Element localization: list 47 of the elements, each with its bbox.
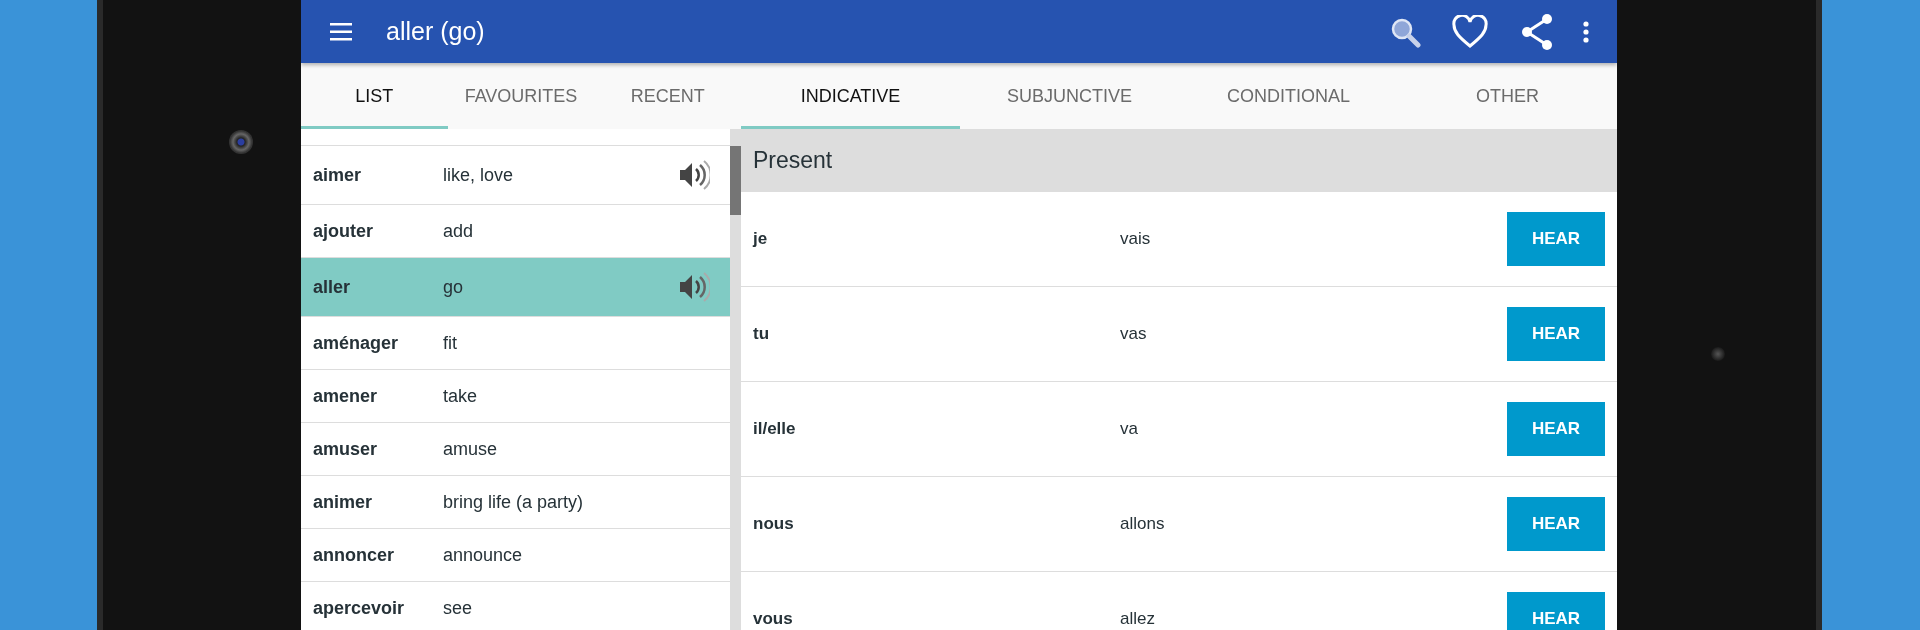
tab[interactable]: OTHER [1398, 63, 1617, 129]
verb-form: allons [1120, 514, 1166, 534]
verb: amuser [313, 438, 379, 460]
verb-meaning: go [443, 276, 465, 298]
menu-icon[interactable] [330, 22, 352, 41]
verb-meaning: announce [443, 544, 524, 566]
pronoun: vous [753, 609, 794, 629]
pronoun: il/elle [753, 419, 797, 439]
verb: aimer [313, 164, 363, 186]
verb: annoncer [313, 544, 396, 566]
verb-form: va [1120, 419, 1139, 439]
pronoun: tu [753, 324, 771, 344]
verb-row[interactable]: aller go [301, 258, 730, 317]
sensor-dot [1711, 347, 1725, 361]
tab[interactable]: CONDITIONAL [1179, 63, 1398, 129]
tense-header: Present [741, 129, 1617, 192]
camera-lens [229, 130, 253, 154]
pronoun: nous [753, 514, 795, 534]
app-title: aller (go) [386, 17, 486, 46]
heart-icon[interactable] [1451, 14, 1489, 49]
verb-meaning: take [443, 385, 479, 407]
verb: ajouter [313, 220, 374, 242]
verb: aménager [313, 332, 400, 354]
verb-meaning: see [443, 597, 474, 619]
tab[interactable]: SUBJUNCTIVE [960, 63, 1179, 129]
verb-row[interactable]: aimer like, love [301, 146, 730, 205]
verb-form: allez [1120, 609, 1156, 629]
more-icon[interactable] [1583, 20, 1589, 43]
scrollbar[interactable] [730, 129, 741, 630]
verb-meaning: amuse [443, 438, 499, 460]
verb-form: vais [1120, 229, 1152, 249]
tab[interactable]: LIST [301, 63, 448, 129]
verb: amener [313, 385, 379, 407]
verb-meaning: like, love [443, 164, 515, 186]
verb: aller [313, 276, 352, 298]
verb-form: vas [1120, 324, 1148, 344]
speaker-icon[interactable] [678, 272, 710, 302]
speaker-icon[interactable] [678, 160, 710, 190]
verb-meaning: bring life (a party) [443, 491, 585, 513]
share-icon[interactable] [1519, 12, 1555, 51]
verb-meaning: add [443, 220, 475, 242]
tab[interactable]: RECENT [594, 63, 741, 129]
tab[interactable]: FAVOURITES [447, 63, 595, 129]
pronoun: je [753, 229, 769, 249]
verb-meaning: fit [443, 332, 458, 354]
verb: apercevoir [313, 597, 406, 619]
verb: animer [313, 491, 374, 513]
